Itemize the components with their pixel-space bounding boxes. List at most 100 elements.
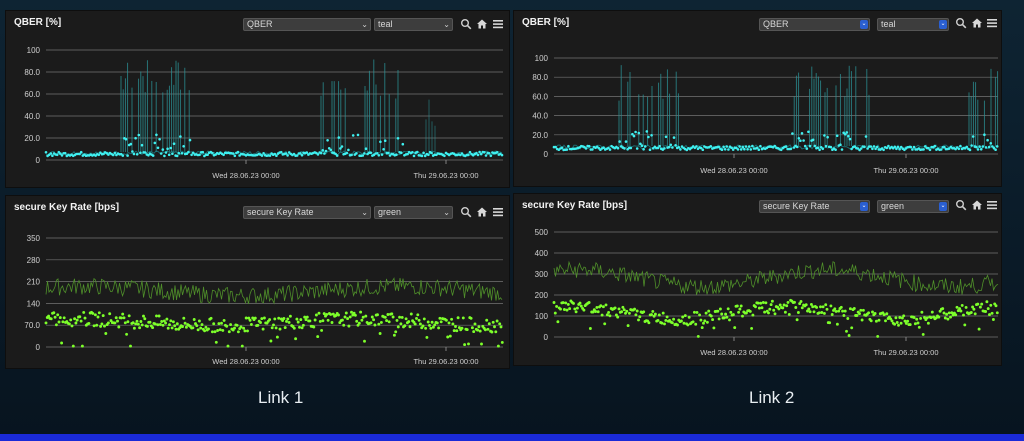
- qber-plot: 0 20.0 40.0 60.0 80.0 100 Wed 28.06.23 00:00 Th…: [532, 54, 999, 175]
- data-point: [221, 328, 225, 332]
- data-point: [54, 323, 58, 327]
- data-point: [97, 311, 101, 315]
- data-point: [60, 341, 64, 345]
- data-point: [425, 335, 429, 339]
- data-point: [629, 146, 633, 150]
- data-point: [316, 335, 320, 339]
- data-point: [200, 323, 204, 327]
- data-point: [717, 317, 721, 321]
- data-point: [994, 148, 997, 151]
- data-point: [816, 146, 820, 149]
- data-point: [694, 322, 698, 326]
- data-point: [799, 139, 802, 142]
- data-point: [591, 148, 594, 151]
- data-point: [123, 321, 127, 325]
- data-point: [308, 319, 312, 323]
- data-point: [845, 329, 848, 333]
- data-point: [348, 315, 352, 319]
- link1-skr-panel: secure Key Rate [bps] secure Key Rate ⌄ g…: [5, 195, 510, 369]
- data-point: [376, 313, 379, 317]
- data-point: [287, 320, 291, 324]
- data-point: [661, 311, 665, 315]
- data-point: [361, 154, 365, 157]
- data-point: [486, 327, 490, 331]
- data-point: [321, 319, 325, 323]
- data-point: [871, 310, 874, 314]
- data-point: [138, 326, 142, 330]
- data-point: [842, 314, 846, 317]
- x-tick-label: Wed 28.06.23 00:00: [212, 357, 279, 366]
- data-point: [204, 325, 208, 329]
- data-point: [321, 149, 325, 152]
- data-point: [739, 148, 743, 151]
- data-point: [922, 148, 925, 151]
- data-point: [195, 324, 199, 328]
- data-point: [582, 308, 586, 312]
- data-point: [135, 319, 139, 323]
- data-point: [52, 311, 56, 315]
- data-point: [399, 322, 403, 326]
- data-point: [304, 318, 308, 322]
- data-point: [343, 315, 347, 319]
- data-point: [701, 148, 705, 151]
- data-point: [79, 150, 83, 154]
- data-point: [156, 146, 160, 150]
- data-point: [165, 317, 169, 321]
- data-point: [981, 145, 985, 148]
- data-point: [969, 311, 973, 314]
- data-point: [192, 318, 196, 321]
- data-point: [148, 320, 152, 324]
- data-point: [802, 139, 805, 142]
- data-point: [735, 304, 739, 308]
- data-point: [139, 151, 142, 155]
- data-point: [773, 312, 777, 316]
- data-point: [212, 322, 216, 326]
- data-point: [236, 150, 240, 154]
- data-point: [845, 131, 849, 134]
- data-point: [225, 324, 229, 328]
- data-point: [925, 316, 929, 320]
- data-point: [647, 135, 650, 139]
- data-point: [634, 313, 638, 317]
- data-point: [269, 339, 273, 343]
- data-point: [817, 311, 821, 315]
- data-point: [355, 152, 358, 155]
- y-tick-label: 0: [36, 156, 41, 165]
- data-point: [748, 309, 752, 313]
- data-point: [859, 308, 863, 312]
- data-point: [984, 310, 988, 313]
- data-point: [322, 312, 326, 316]
- data-point: [873, 312, 877, 315]
- data-point: [96, 315, 100, 319]
- data-point: [821, 147, 825, 151]
- data-point: [725, 315, 729, 319]
- data-point: [617, 307, 621, 311]
- data-point: [650, 134, 653, 137]
- data-point: [926, 321, 930, 325]
- data-point: [450, 317, 454, 321]
- data-point: [451, 322, 455, 326]
- data-point: [837, 309, 841, 313]
- data-point: [296, 320, 300, 324]
- data-point: [435, 321, 439, 325]
- data-point: [663, 147, 666, 150]
- data-point: [49, 317, 53, 321]
- data-point: [44, 151, 48, 154]
- data-point: [885, 312, 889, 316]
- data-point: [171, 320, 175, 324]
- data-point: [716, 309, 720, 313]
- data-point: [93, 313, 97, 317]
- data-point: [491, 320, 495, 324]
- data-point: [407, 320, 411, 324]
- data-point: [917, 325, 921, 329]
- data-point: [155, 314, 158, 318]
- data-point: [683, 314, 687, 318]
- data-point: [921, 332, 925, 336]
- data-point: [627, 311, 631, 315]
- data-point: [847, 134, 850, 138]
- data-point: [363, 152, 366, 155]
- data-point: [943, 316, 947, 320]
- data-point: [218, 328, 222, 332]
- data-point: [587, 301, 591, 304]
- data-point: [712, 326, 716, 330]
